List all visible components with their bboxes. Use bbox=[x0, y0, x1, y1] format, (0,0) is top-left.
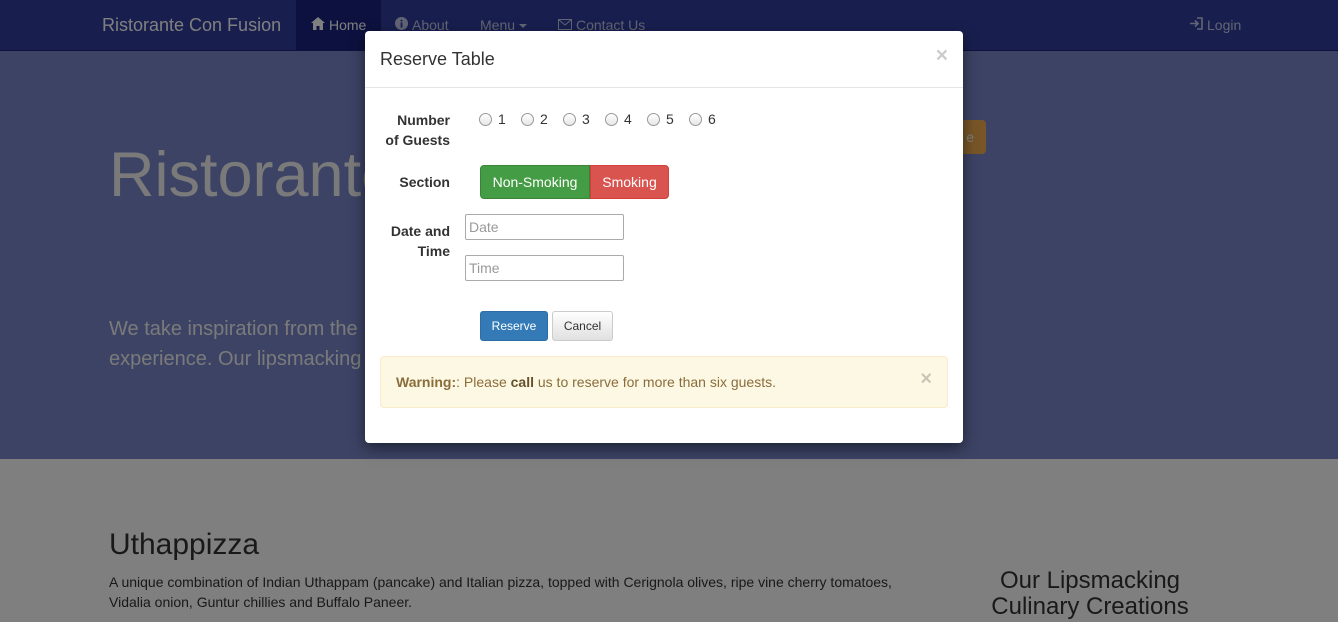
guests-label: Number of Guests bbox=[365, 110, 450, 150]
warning-alert: Warning:: Please call us to reserve for … bbox=[380, 356, 948, 408]
non-smoking-button[interactable]: Non-Smoking bbox=[480, 165, 590, 199]
radio-label: 1 bbox=[498, 111, 506, 127]
datetime-label-line1: Date and bbox=[390, 223, 450, 239]
guests-label-line1: Number bbox=[397, 112, 450, 128]
alert-text-2: us to reserve for more than six guests. bbox=[533, 374, 776, 390]
radio-circle[interactable] bbox=[605, 113, 618, 126]
guests-radio-5[interactable]: 5 bbox=[647, 111, 674, 127]
modal-header: Reserve Table × bbox=[365, 31, 963, 88]
cancel-button[interactable]: Cancel bbox=[552, 311, 613, 341]
guests-radio-6[interactable]: 6 bbox=[689, 111, 716, 127]
guests-radio-2[interactable]: 2 bbox=[521, 111, 548, 127]
guests-radio-3[interactable]: 3 bbox=[563, 111, 590, 127]
datetime-label: Date and Time bbox=[365, 221, 450, 261]
smoking-button[interactable]: Smoking bbox=[590, 165, 669, 199]
radio-label: 5 bbox=[666, 111, 674, 127]
radio-label: 2 bbox=[540, 111, 548, 127]
alert-prefix: Warning: bbox=[396, 374, 457, 390]
radio-label: 3 bbox=[582, 111, 590, 127]
radio-circle[interactable] bbox=[521, 113, 534, 126]
alert-close-icon[interactable]: × bbox=[920, 357, 932, 401]
radio-circle[interactable] bbox=[689, 113, 702, 126]
guests-radio-1[interactable]: 1 bbox=[479, 111, 506, 127]
alert-strong: call bbox=[510, 374, 534, 390]
modal-title: Reserve Table bbox=[380, 49, 495, 69]
reserve-button[interactable]: Reserve bbox=[480, 311, 548, 341]
radio-circle[interactable] bbox=[479, 113, 492, 126]
guests-label-line2: of Guests bbox=[385, 132, 450, 148]
time-input[interactable] bbox=[465, 255, 624, 281]
radio-circle[interactable] bbox=[647, 113, 660, 126]
close-icon[interactable]: × bbox=[936, 44, 948, 68]
section-label: Section bbox=[399, 174, 450, 190]
date-input[interactable] bbox=[465, 214, 624, 240]
radio-circle[interactable] bbox=[563, 113, 576, 126]
guests-radio-4[interactable]: 4 bbox=[605, 111, 632, 127]
reserve-table-modal: Reserve Table × Number of Guests 1 2 3 4… bbox=[365, 31, 963, 443]
datetime-label-line2: Time bbox=[417, 243, 450, 259]
radio-label: 6 bbox=[708, 111, 716, 127]
alert-text-1: : Please bbox=[456, 374, 511, 390]
radio-label: 4 bbox=[624, 111, 632, 127]
